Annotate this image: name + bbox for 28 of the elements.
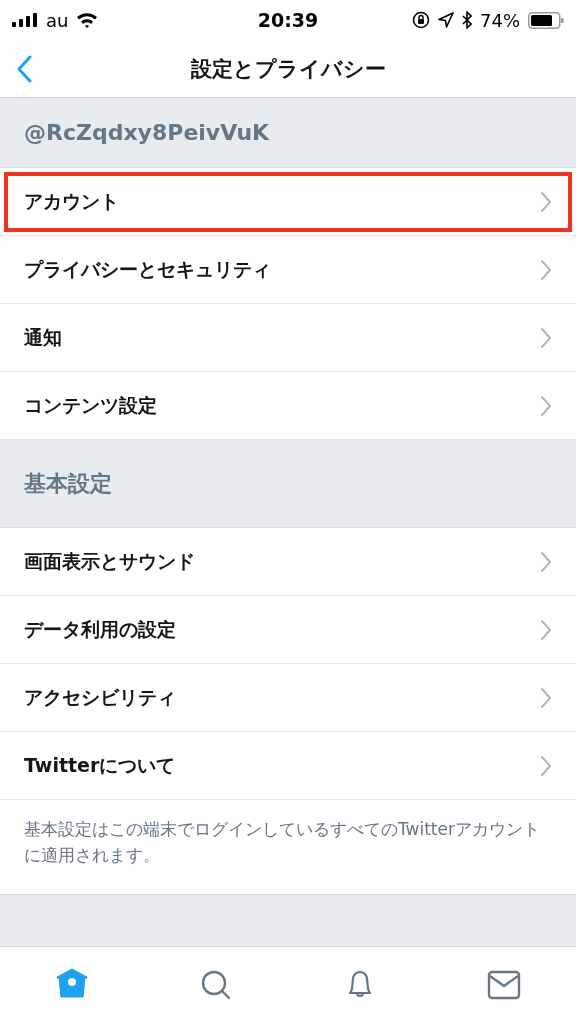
wifi-icon — [76, 12, 99, 28]
chevron-right-icon — [540, 686, 552, 709]
back-chevron-icon — [16, 55, 32, 83]
location-arrow-icon — [438, 12, 454, 28]
screen-title: 設定とプライバシー — [190, 55, 386, 83]
settings-row[interactable]: プライバシーとセキュリティ — [0, 236, 576, 304]
clock-time: 20:39 — [257, 9, 319, 31]
chevron-right-icon — [540, 258, 552, 281]
chevron-right-icon — [540, 326, 552, 349]
settings-row[interactable]: コンテンツ設定 — [0, 372, 576, 440]
rotation-lock-icon — [412, 11, 430, 29]
chevron-right-icon — [540, 618, 552, 641]
settings-row[interactable]: Twitterについて — [0, 732, 576, 800]
footnote-text: 基本設定はこの端末でログインしているすべてのTwitterアカウントに適用されます。 — [0, 800, 576, 895]
chevron-right-icon — [540, 550, 552, 573]
battery-icon — [528, 11, 564, 29]
settings-row[interactable]: データ利用の設定 — [0, 596, 576, 664]
bluetooth-icon — [462, 11, 472, 29]
signal-icon — [12, 13, 38, 27]
settings-row[interactable]: アクセシビリティ — [0, 664, 576, 732]
carrier-name: au — [46, 9, 69, 31]
settings-row[interactable]: 画面表示とサウンド — [0, 528, 576, 596]
settings-row[interactable]: 通知 — [0, 304, 576, 372]
chevron-right-icon — [540, 754, 552, 777]
settings-row[interactable]: アカウント — [0, 168, 576, 236]
battery-percent: 74% — [480, 9, 520, 31]
chevron-right-icon — [540, 394, 552, 417]
chevron-right-icon — [540, 190, 552, 213]
